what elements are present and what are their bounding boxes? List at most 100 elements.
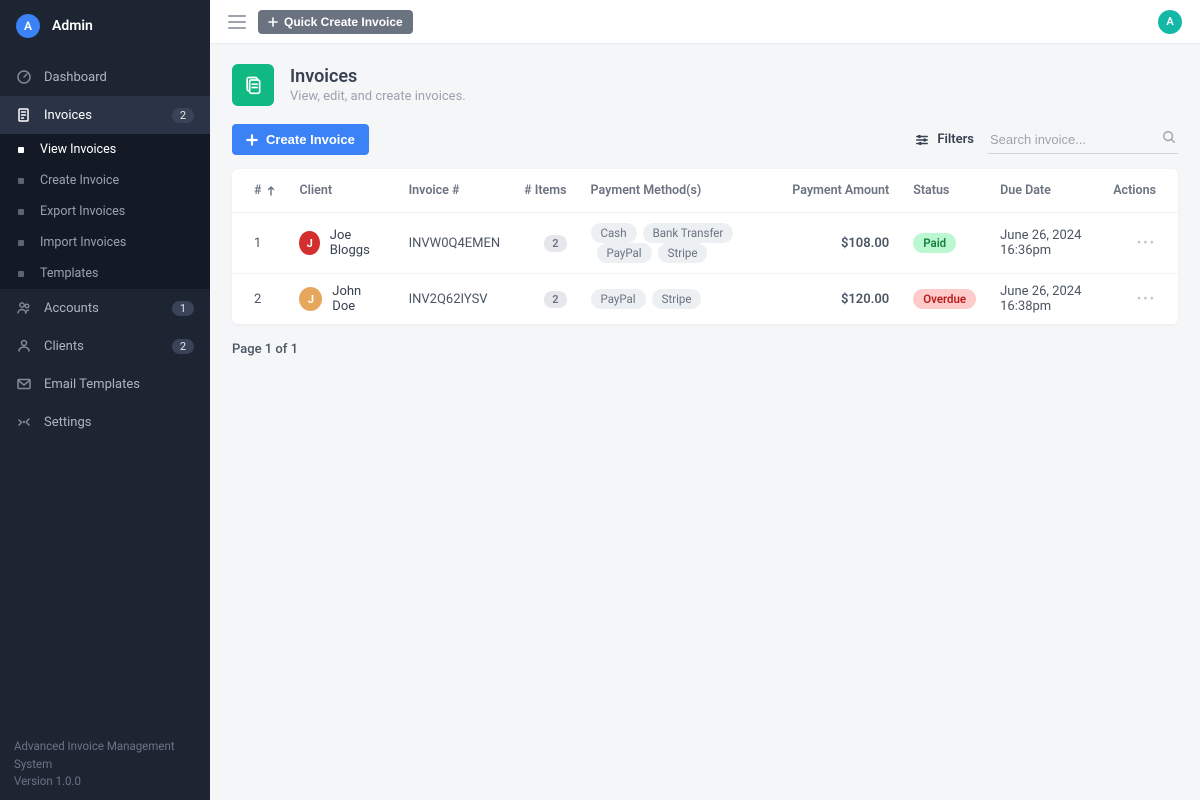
method-pill: PayPal [597,243,652,263]
client-avatar: J [299,231,319,255]
search-input[interactable] [988,126,1178,154]
quick-create-label: Quick Create Invoice [284,15,403,29]
due-date: June 26, 2024 16:38pm [988,274,1101,325]
sidebar-item-clients[interactable]: Clients 2 [0,327,210,365]
sort-asc-icon [267,186,275,196]
row-index: 2 [232,274,287,325]
bullet-icon [18,147,24,153]
client-name: John Doe [332,284,384,314]
th-methods[interactable]: Payment Method(s) [579,169,781,213]
th-actions: Actions [1101,169,1178,213]
sidebar-item-label: Settings [44,415,91,430]
filters-button[interactable]: Filters [915,132,974,147]
th-items[interactable]: # Items [512,169,578,213]
sidebar-item-label: Email Templates [44,377,140,392]
quick-create-invoice-button[interactable]: Quick Create Invoice [258,10,413,34]
invoice-number: INVW0Q4EMEN [397,213,513,274]
status-badge: Paid [913,233,956,253]
client-avatar: J [299,287,322,311]
row-actions-menu-icon[interactable]: ••• [1137,236,1156,251]
sidebar-item-label: Dashboard [44,70,107,85]
sidebar-brand[interactable]: A Admin [0,0,210,52]
method-pill: Stripe [658,243,708,263]
search-icon [1162,130,1176,144]
invoices-table-card: # Client Invoice # # Items Payment Metho… [232,169,1178,324]
bullet-icon [18,240,24,246]
th-invoice-no[interactable]: Invoice # [397,169,513,213]
invoices-icon [16,107,32,123]
sidebar-count-badge: 2 [172,339,194,354]
brand-badge: A [16,14,40,38]
client-cell: JJoe Bloggs [287,213,396,274]
sliders-icon [915,133,929,147]
sidebar-count-badge: 2 [172,108,194,123]
subnav-item-label: Export Invoices [40,204,125,219]
status-cell: Paid [901,213,988,274]
due-date: June 26, 2024 16:36pm [988,213,1101,274]
subnav-item-label: Templates [40,266,98,281]
subnav-item-templates[interactable]: Templates [0,258,210,289]
page-title: Invoices [290,66,466,87]
dashboard-icon [16,69,32,85]
sidebar: A Admin Dashboard Invoices 2 View Invoices C… [0,0,210,800]
th-amount[interactable]: Payment Amount [780,169,901,213]
method-pill: Stripe [652,289,702,309]
th-status[interactable]: Status [901,169,988,213]
create-invoice-button[interactable]: Create Invoice [232,124,369,155]
sidebar-item-label: Clients [44,339,84,354]
payment-amount: $108.00 [780,213,901,274]
subnav-item-create-invoice[interactable]: Create Invoice [0,165,210,196]
row-index: 1 [232,213,287,274]
invoices-page-icon [232,64,274,106]
method-pill: PayPal [591,289,646,309]
subnav-item-import-invoices[interactable]: Import Invoices [0,227,210,258]
method-pill: Cash [591,223,637,243]
topbar: Quick Create Invoice A [210,0,1200,44]
table-row[interactable]: 2JJohn DoeINV2Q62IYSV2PayPalStripe$120.0… [232,274,1178,325]
create-invoice-label: Create Invoice [266,132,355,147]
table-row[interactable]: 1JJoe BloggsINVW0Q4EMEN2CashBank Transfe… [232,213,1178,274]
sidebar-item-email-templates[interactable]: Email Templates [0,365,210,403]
sidebar-count-badge: 1 [172,301,194,316]
accounts-icon [16,300,32,316]
filters-label: Filters [937,132,974,147]
footer-version: Version 1.0.0 [14,773,196,790]
sidebar-item-settings[interactable]: Settings [0,403,210,441]
email-templates-icon [16,376,32,392]
brand-name: Admin [52,18,93,34]
subnav-item-label: View Invoices [40,142,116,157]
user-avatar[interactable]: A [1158,10,1182,34]
bullet-icon [18,271,24,277]
th-client[interactable]: Client [287,169,396,213]
subnav-item-view-invoices[interactable]: View Invoices [0,134,210,165]
th-index[interactable]: # [232,169,287,213]
invoice-number: INV2Q62IYSV [397,274,513,325]
plus-icon [246,134,258,146]
payment-methods: PayPal Stripe [579,274,781,325]
sidebar-item-accounts[interactable]: Accounts 1 [0,289,210,327]
settings-icon [16,414,32,430]
status-cell: Overdue [901,274,988,325]
status-badge: Overdue [913,289,976,309]
sidebar-item-label: Invoices [44,108,92,123]
sidebar-item-dashboard[interactable]: Dashboard [0,58,210,96]
th-due[interactable]: Due Date [988,169,1101,213]
bullet-icon [18,178,24,184]
row-actions-menu-icon[interactable]: ••• [1137,292,1156,307]
subnav-item-export-invoices[interactable]: Export Invoices [0,196,210,227]
footer-app-name: Advanced Invoice Management System [14,738,196,773]
sidebar-item-label: Accounts [44,301,99,316]
method-pill: Bank Transfer [643,223,734,243]
sidebar-footer: Advanced Invoice Management System Versi… [0,728,210,800]
pagination-status: Page 1 of 1 [232,342,1178,357]
client-cell: J John Doe [287,274,396,325]
bullet-icon [18,209,24,215]
item-count: 2 [512,274,578,325]
sidebar-item-invoices[interactable]: Invoices 2 [0,96,210,134]
payment-amount: $120.00 [780,274,901,325]
clients-icon [16,338,32,354]
menu-toggle-icon[interactable] [228,15,246,29]
page-header: Invoices View, edit, and create invoices… [232,64,1178,106]
plus-icon [268,17,278,27]
subnav-item-label: Create Invoice [40,173,119,188]
